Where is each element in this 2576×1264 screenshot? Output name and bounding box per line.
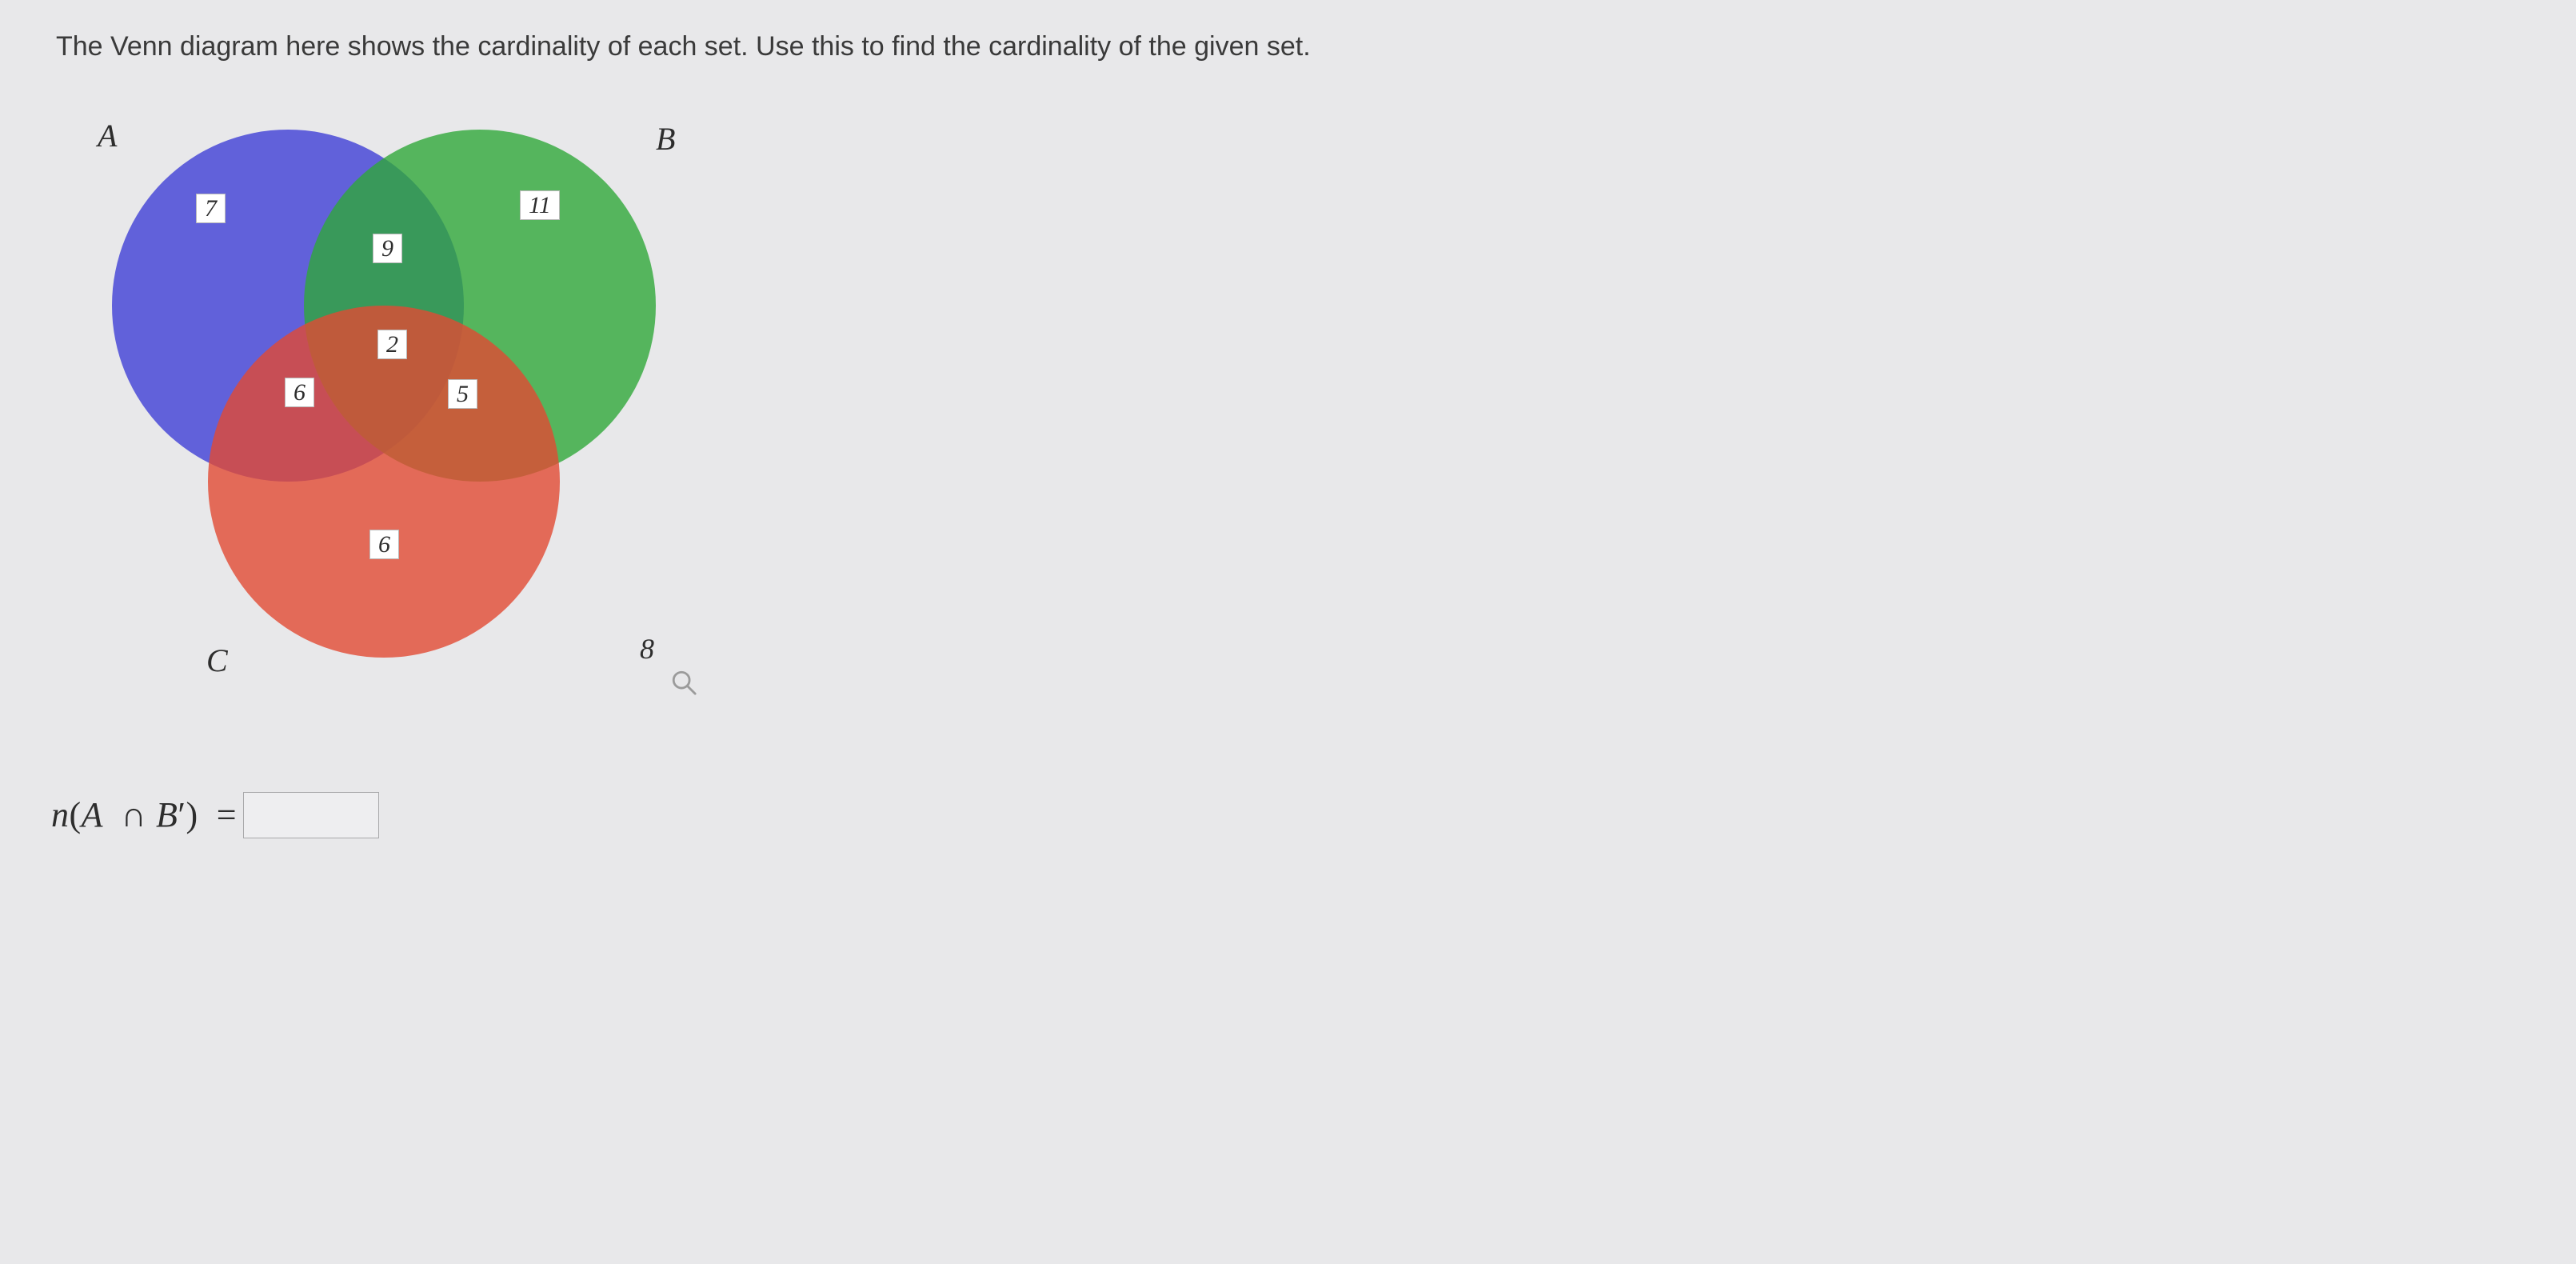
expr-open: ( [70,795,82,834]
set-a-label: A [98,117,117,154]
region-bc-only: 5 [448,379,477,410]
region-b-only: 11 [520,190,560,221]
set-c-label: C [206,642,228,679]
region-outside: 8 [640,632,654,666]
intersect-icon: ∩ [112,795,156,834]
venn-diagram: A B C 7 11 9 2 6 5 6 8 [80,98,704,770]
region-a-only: 7 [196,194,226,224]
region-ac-only: 6 [285,378,314,408]
expression-label: n(A ∩ B′) = [51,794,237,835]
region-abc: 2 [377,330,407,360]
expr-b: B [156,795,178,834]
problem-prompt: The Venn diagram here shows the cardinal… [56,29,2520,66]
zoom-icon[interactable] [670,669,697,696]
answer-input[interactable] [243,792,379,838]
region-c-only: 6 [369,530,399,560]
equals-icon: = [207,795,237,834]
expr-close: ) [186,795,198,834]
expr-n: n [51,795,70,834]
answer-row: n(A ∩ B′) = [51,792,2520,838]
prime-icon: ′ [178,795,186,834]
venn-svg [80,98,704,770]
expr-a: A [82,795,103,834]
page: The Venn diagram here shows the cardinal… [0,0,2576,867]
region-ab-only: 9 [373,234,402,264]
set-b-label: B [656,120,675,158]
